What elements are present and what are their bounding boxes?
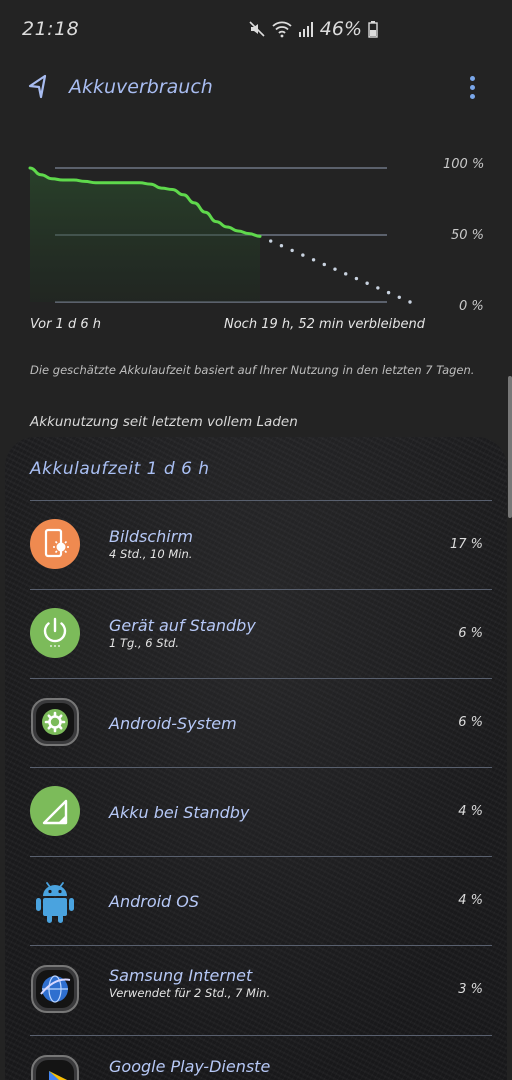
app-name: Akku bei Standby bbox=[109, 803, 250, 822]
projection-dot bbox=[344, 272, 348, 276]
projection-dot bbox=[386, 290, 391, 295]
power-icon bbox=[29, 607, 81, 659]
projection-dot bbox=[311, 258, 316, 262]
usage-percent: 17 % bbox=[449, 537, 483, 552]
usage-percent: 4 % bbox=[458, 804, 483, 819]
status-icons: 46% bbox=[248, 18, 378, 40]
app-usage-time: Verwendet für 2 Std., 7 Min. bbox=[109, 986, 271, 1000]
back-button[interactable] bbox=[24, 72, 54, 102]
signal-bars-icon bbox=[298, 22, 313, 37]
screen-icon bbox=[29, 518, 81, 570]
app-name: Android OS bbox=[109, 892, 200, 911]
list-item[interactable]: Android-System 6 % bbox=[5, 679, 507, 767]
projection-dot bbox=[354, 276, 359, 281]
app-header: Akkuverbrauch bbox=[0, 62, 512, 116]
list-item[interactable]: Android OS 4 % bbox=[5, 857, 507, 945]
usage-panel: Akkulaufzeit 1 d 6 h Bildschirm 4 Std., … bbox=[5, 437, 507, 1080]
panel-title: Akkulaufzeit 1 d 6 h bbox=[30, 459, 210, 479]
projection-dot bbox=[408, 300, 412, 304]
x-start-label: Vor 1 d 6 h bbox=[30, 317, 101, 332]
scrollbar[interactable] bbox=[508, 376, 512, 518]
app-name: Google Play-Dienste bbox=[109, 1057, 271, 1076]
android-icon bbox=[29, 874, 81, 926]
projection-dot bbox=[269, 239, 273, 243]
projection-dot bbox=[290, 248, 294, 253]
battery-icon bbox=[368, 21, 378, 38]
estimate-note: Die geschätzte Akkulaufzeit basiert auf … bbox=[30, 363, 475, 377]
battery-chart: 100 % 50 % 0 % Vor 1 d 6 h Noch 19 h, 52… bbox=[0, 150, 512, 340]
y-tick-label: 50 % bbox=[451, 228, 485, 243]
x-end-label: Noch 19 h, 52 min verbleibend bbox=[224, 317, 425, 332]
y-tick-label: 100 % bbox=[443, 157, 485, 172]
list-item[interactable]: Gerät auf Standby 1 Tg., 6 Std. 6 % bbox=[5, 590, 507, 678]
more-dot-icon bbox=[469, 84, 475, 90]
usage-percent: 6 % bbox=[458, 715, 483, 730]
battery-area bbox=[30, 168, 260, 302]
projection-dot bbox=[279, 244, 284, 248]
more-dot-icon bbox=[469, 93, 475, 99]
app-usage-time: 4 Std., 10 Min. bbox=[109, 547, 193, 561]
list-item[interactable]: Bildschirm 4 Std., 10 Min. 17 % bbox=[5, 501, 507, 589]
projection-dot bbox=[397, 295, 401, 300]
battery-percent: 46% bbox=[319, 18, 362, 40]
app-usage-time: 1 Tg., 6 Std. bbox=[109, 636, 179, 650]
signal-icon bbox=[29, 785, 81, 837]
app-name: Android-System bbox=[109, 714, 237, 733]
list-item[interactable]: Akku bei Standby 4 % bbox=[5, 768, 507, 856]
play-services-icon bbox=[29, 1053, 81, 1080]
projection-dot bbox=[333, 267, 337, 271]
gear-icon bbox=[29, 696, 81, 748]
usage-percent: 6 % bbox=[458, 626, 483, 641]
more-dot-icon bbox=[469, 75, 475, 81]
y-tick-label: 0 % bbox=[459, 299, 484, 314]
projection-dot bbox=[301, 253, 305, 257]
wifi-icon bbox=[272, 21, 292, 38]
status-time: 21:18 bbox=[22, 18, 80, 40]
page-title: Akkuverbrauch bbox=[69, 76, 213, 98]
app-name: Gerät auf Standby bbox=[109, 616, 256, 635]
projection-dot bbox=[376, 286, 380, 290]
usage-percent: 4 % bbox=[458, 893, 483, 908]
battery-chart-svg bbox=[28, 166, 412, 304]
status-bar: 21:18 46% bbox=[0, 0, 512, 62]
back-arrow-icon bbox=[28, 74, 47, 99]
more-options-button[interactable] bbox=[462, 72, 482, 102]
list-item[interactable]: Google Play-Dienste bbox=[5, 1036, 507, 1080]
app-name: Samsung Internet bbox=[109, 966, 253, 985]
projection-dot bbox=[322, 262, 326, 267]
mute-icon bbox=[249, 21, 265, 37]
app-name: Bildschirm bbox=[109, 527, 193, 546]
globe-icon bbox=[29, 963, 81, 1015]
projection-dot bbox=[365, 281, 369, 285]
usage-percent: 3 % bbox=[458, 982, 483, 997]
list-item[interactable]: Samsung Internet Verwendet für 2 Std., 7… bbox=[5, 946, 507, 1034]
section-heading: Akkunutzung seit letztem vollem Laden bbox=[30, 414, 298, 430]
